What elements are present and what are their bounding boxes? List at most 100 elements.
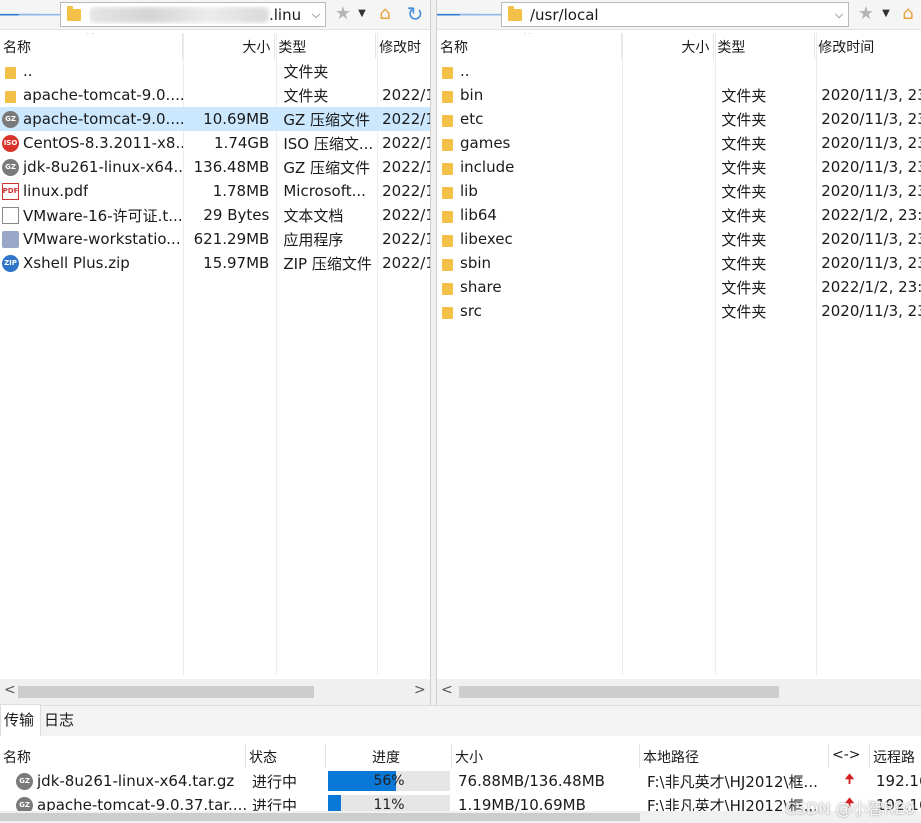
folder-icon <box>439 63 456 80</box>
file-type: 文件夹 <box>721 134 767 153</box>
local-path-box[interactable]: .linu ⌵ <box>60 2 326 27</box>
folder-icon <box>67 5 81 21</box>
column-modified[interactable]: 修改时间 <box>815 33 921 59</box>
scroll-thumb[interactable] <box>0 813 640 821</box>
folder-icon <box>2 63 19 80</box>
scroll-left-icon[interactable]: < <box>441 682 453 698</box>
chevron-down-icon[interactable]: ⌵ <box>307 8 325 22</box>
file-row[interactable]: share 文件夹 2022/1/2, 23:1 <box>437 275 921 299</box>
file-name: linux.pdf <box>23 182 89 200</box>
file-modified: 2022/1/2, 23:1 <box>821 278 921 296</box>
file-row[interactable]: sbin 文件夹 2020/11/3, 23 <box>437 251 921 275</box>
file-row[interactable]: src 文件夹 2020/11/3, 23 <box>437 299 921 323</box>
file-row[interactable]: ISO CentOS-8.3.2011-x8... 1.74GB ISO 压缩文… <box>0 131 430 155</box>
folder-icon <box>439 183 456 200</box>
column-type[interactable]: 类型 <box>275 33 377 59</box>
file-name-cell: GZ jdk-8u261-linux-x64.... <box>0 158 183 176</box>
file-name-cell: lib64 <box>437 206 622 224</box>
file-name-cell: ISO CentOS-8.3.2011-x8... <box>0 134 183 152</box>
scroll-thumb[interactable] <box>459 686 779 698</box>
column-type[interactable]: 类型 <box>714 33 816 59</box>
file-row[interactable]: PDF linux.pdf 1.78MB Microsoft... 2022/1 <box>0 179 430 203</box>
file-type: 文件夹 <box>721 206 767 225</box>
folder-icon <box>439 255 456 272</box>
scroll-right-icon[interactable]: > <box>414 682 426 698</box>
text-file-icon <box>2 206 19 224</box>
file-type: 应用程序 <box>283 230 344 249</box>
file-row[interactable]: GZ jdk-8u261-linux-x64.... 136.48MB GZ 压… <box>0 155 430 179</box>
gz-archive-icon: GZ <box>16 772 33 790</box>
folder-icon <box>439 87 456 104</box>
gz-archive-icon: GZ <box>2 110 19 128</box>
column-size[interactable]: 大小 <box>183 33 276 59</box>
scroll-thumb[interactable] <box>18 686 314 698</box>
file-type: ZIP 压缩文件 <box>283 254 372 273</box>
queue-column-direction[interactable]: <-> <box>829 744 870 768</box>
file-modified: 2020/11/3, 23 <box>821 254 921 272</box>
transfer-row[interactable]: GZ jdk-8u261-linux-x64.tar.gz 进行中 56% 76… <box>0 769 921 793</box>
forward-arrow-icon[interactable]: 🡒 <box>457 3 511 25</box>
home-icon[interactable]: ⌂ <box>897 3 919 25</box>
file-row[interactable]: .. <box>437 59 921 83</box>
queue-column-remote-path[interactable]: 远程路 <box>870 744 921 768</box>
queue-column-progress[interactable]: 进度 <box>326 744 452 768</box>
forward-arrow-icon[interactable]: 🡒 <box>16 3 70 25</box>
upload-arrow-icon: 🠉 <box>844 772 855 787</box>
queue-column-name[interactable]: 名称 <box>0 744 246 768</box>
file-row[interactable]: .. 文件夹 <box>0 59 430 83</box>
star-icon[interactable]: ★ <box>855 3 877 25</box>
folder-icon <box>439 303 456 320</box>
blurred-path <box>89 7 269 23</box>
remote-path-text: /usr/local <box>530 5 599 24</box>
file-row[interactable]: apache-tomcat-9.0.... 文件夹 2022/1 <box>0 83 430 107</box>
dropdown-arrow-icon[interactable]: ▼ <box>351 3 373 25</box>
remote-column-header: ^ 名称 大小 类型 修改时间 <box>437 33 921 59</box>
file-row[interactable]: VMware-16-许可证.t... 29 Bytes 文本文档 2022/1 <box>0 203 430 227</box>
home-icon[interactable]: ⌂ <box>374 3 396 25</box>
scroll-left-icon[interactable]: < <box>4 682 16 698</box>
tab-transfers[interactable]: 传输 <box>0 704 42 736</box>
file-name-cell: games <box>437 134 622 152</box>
file-row[interactable]: bin 文件夹 2020/11/3, 23 <box>437 83 921 107</box>
column-name[interactable]: ^ 名称 <box>0 33 183 59</box>
queue-column-status[interactable]: 状态 <box>246 744 326 768</box>
column-name[interactable]: ^ 名称 <box>437 33 622 59</box>
folder-icon <box>439 279 456 296</box>
file-modified: 2022/1 <box>382 182 431 200</box>
dropdown-arrow-icon[interactable]: ▼ <box>875 3 897 25</box>
queue-column-size[interactable]: 大小 <box>452 744 640 768</box>
queue-column-local-path[interactable]: 本地路径 <box>640 744 829 768</box>
remote-path-box[interactable]: /usr/local ⌵ <box>501 2 849 27</box>
file-name-cell: bin <box>437 86 622 104</box>
file-row[interactable]: libexec 文件夹 2020/11/3, 23 <box>437 227 921 251</box>
file-row[interactable]: etc 文件夹 2020/11/3, 23 <box>437 107 921 131</box>
file-size: 29 Bytes <box>203 206 270 224</box>
local-horizontal-scrollbar[interactable]: < > <box>0 679 430 705</box>
tab-log[interactable]: 日志 <box>41 705 80 736</box>
remote-horizontal-scrollbar[interactable]: < <box>437 679 921 705</box>
file-row[interactable]: lib64 文件夹 2022/1/2, 23:1 <box>437 203 921 227</box>
file-name: src <box>460 302 482 320</box>
refresh-icon[interactable]: ↻ <box>404 3 426 25</box>
application-icon <box>2 230 19 248</box>
file-row[interactable]: lib 文件夹 2020/11/3, 23 <box>437 179 921 203</box>
file-type: GZ 压缩文件 <box>283 110 371 129</box>
file-row[interactable]: VMware-workstatio... 621.29MB 应用程序 2022/… <box>0 227 430 251</box>
file-row[interactable]: games 文件夹 2020/11/3, 23 <box>437 131 921 155</box>
file-type: 文件夹 <box>721 86 767 105</box>
file-row[interactable]: include 文件夹 2020/11/3, 23 <box>437 155 921 179</box>
file-name: .. <box>460 62 470 80</box>
file-name-cell: sbin <box>437 254 622 272</box>
file-name-cell: PDF linux.pdf <box>0 182 183 200</box>
file-name-cell: GZ apache-tomcat-9.0.... <box>0 110 183 128</box>
file-row[interactable]: GZ apache-tomcat-9.0.... 10.69MB GZ 压缩文件… <box>0 107 430 131</box>
chevron-down-icon[interactable]: ⌵ <box>830 8 848 22</box>
file-type: 文件夹 <box>721 302 767 321</box>
zip-archive-icon: ZIP <box>2 254 19 272</box>
queue-horizontal-scrollbar[interactable] <box>0 811 921 823</box>
progress-bar: 56% <box>328 771 450 791</box>
column-modified[interactable]: 修改时 <box>376 33 430 59</box>
column-size[interactable]: 大小 <box>622 33 715 59</box>
file-row[interactable]: ZIP Xshell Plus.zip 15.97MB ZIP 压缩文件 202… <box>0 251 430 275</box>
transfer-status: 进行中 <box>252 772 298 791</box>
